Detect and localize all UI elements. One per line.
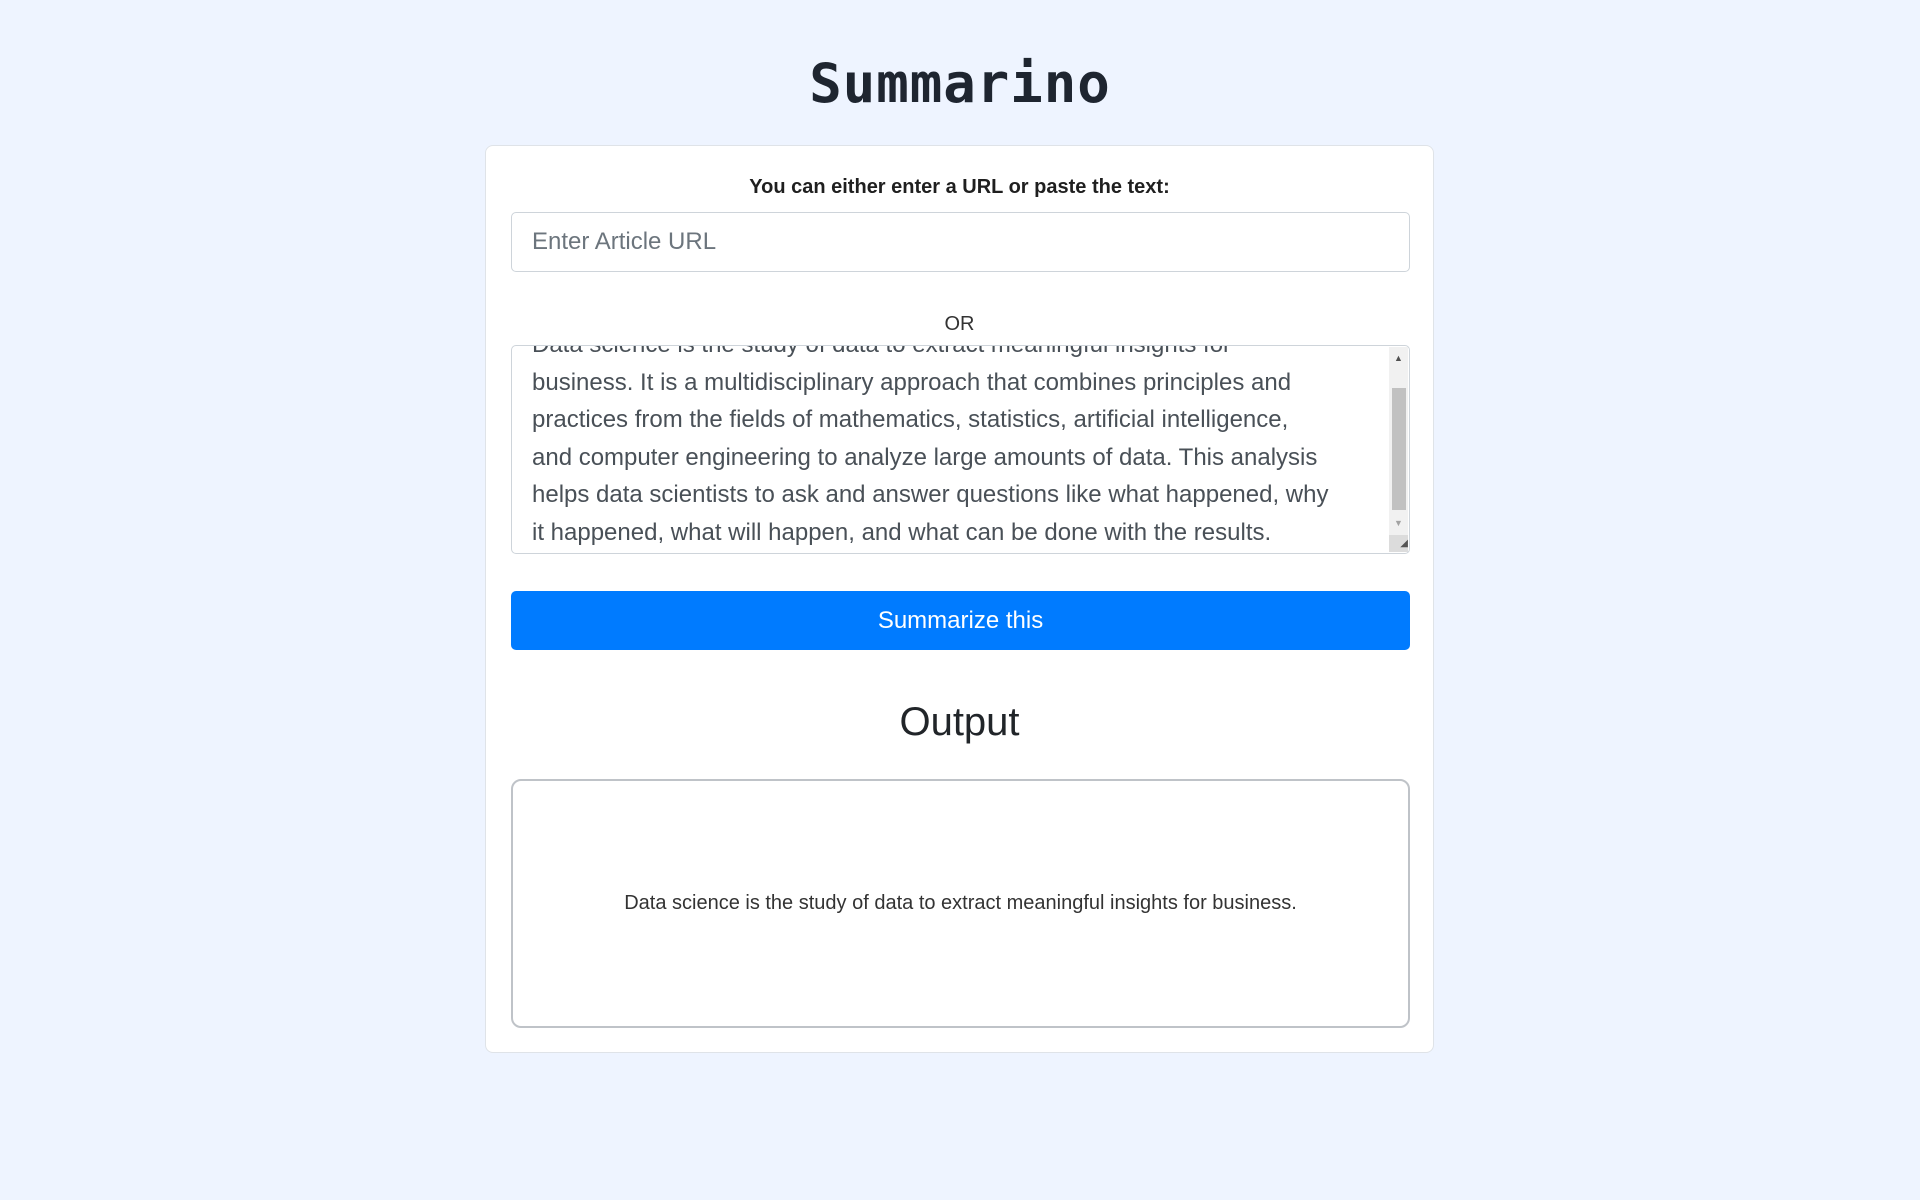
article-url-input[interactable] — [511, 212, 1410, 272]
scroll-up-icon[interactable]: ▲ — [1389, 351, 1408, 365]
output-box: Data science is the study of data to ext… — [511, 779, 1410, 1028]
summarize-button[interactable]: Summarize this — [511, 591, 1410, 650]
app-title: Summarino — [809, 52, 1111, 115]
summarizer-card: You can either enter a URL or paste the … — [485, 145, 1434, 1053]
scroll-thumb[interactable] — [1392, 388, 1406, 510]
resize-grip-icon[interactable]: ◢ — [1389, 535, 1408, 552]
or-divider-label: OR — [944, 313, 975, 335]
text-line: it happened, what will happen, and what … — [532, 518, 1272, 546]
scroll-down-icon[interactable]: ▼ — [1389, 516, 1408, 530]
text-line: helps data scientists to ask and answer … — [532, 481, 1329, 508]
article-text-area[interactable]: Data science is the study of data to ext… — [511, 345, 1410, 554]
article-text-content[interactable]: Data science is the study of data to ext… — [532, 346, 1372, 551]
text-area-scrollbar[interactable]: ▲ ▼ ◢ — [1389, 347, 1408, 552]
text-line: Data science is the study of data to ext… — [532, 346, 1372, 364]
text-line: practices from the fields of mathematics… — [532, 406, 1289, 433]
input-instructions-label: You can either enter a URL or paste the … — [749, 176, 1170, 198]
text-line: business. It is a multidisciplinary appr… — [532, 368, 1292, 396]
output-heading: Output — [899, 700, 1020, 744]
text-line: and computer engineering to analyze larg… — [532, 443, 1318, 471]
summary-text: Data science is the study of data to ext… — [624, 892, 1297, 914]
